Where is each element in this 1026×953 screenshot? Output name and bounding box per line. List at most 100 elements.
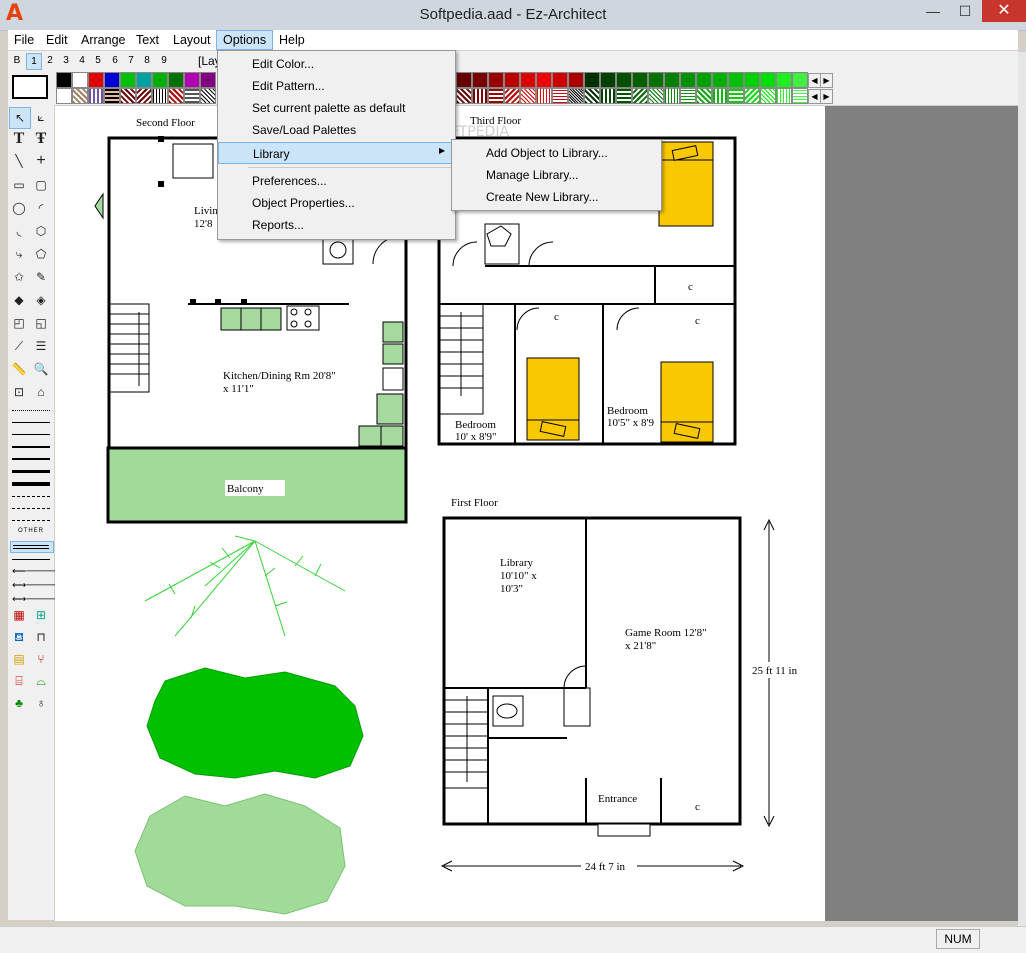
layer-7-button[interactable]: 7	[124, 53, 138, 68]
menu-bar: File Edit Arrange Text Layout Options He…	[8, 30, 1018, 50]
line-tool-icon[interactable]: ╲	[9, 151, 29, 171]
text-tool-icon[interactable]: T	[9, 129, 29, 149]
layer-3-button[interactable]: 3	[59, 53, 73, 68]
minimize-button[interactable]: —	[918, 0, 948, 22]
pattern-swatches-right[interactable]	[456, 88, 808, 104]
bedroom2-label: Bedroom	[607, 405, 648, 417]
curve-tool-icon[interactable]: ◟	[9, 221, 29, 241]
furniture-library-icon[interactable]: ⑂	[31, 649, 51, 669]
star-tool-icon[interactable]: ✩	[9, 267, 29, 287]
color-palette: ◀ ▶ ◀ ▶	[8, 71, 1018, 105]
stairs-diagonal-tool-icon[interactable]: ⟋	[9, 336, 29, 356]
menu-text[interactable]: Text	[130, 30, 165, 50]
ruler-tool-icon[interactable]: 📏	[9, 359, 29, 379]
closet-label-right: c	[695, 315, 700, 327]
room-tool-icon[interactable]: ◰	[9, 313, 29, 333]
library-dims-1: 10'10" x	[500, 570, 537, 582]
office-library-icon[interactable]: ⌸	[9, 671, 29, 691]
num-lock-indicator: NUM	[936, 929, 980, 949]
double-wall-tool-icon[interactable]: ◈	[31, 290, 51, 310]
title-bar: A Softpedia.aad - Ez-Architect — ☐ ✕	[0, 0, 1026, 31]
arc-tool-icon[interactable]: ◜	[31, 198, 51, 218]
library-item[interactable]: Library	[218, 142, 455, 164]
layer-4-button[interactable]: 4	[75, 53, 89, 68]
status-bar	[0, 926, 1026, 953]
color-swatches-left[interactable]	[56, 72, 218, 88]
kitchen-dims: x 11'1"	[223, 383, 254, 395]
close-button[interactable]: ✕	[982, 0, 1026, 22]
freehand-tool-icon[interactable]: ⤷	[9, 244, 29, 264]
layer-1-button[interactable]: 1	[26, 53, 42, 70]
maximize-button[interactable]: ☐	[950, 0, 980, 22]
plant-shrub-dark	[146, 667, 364, 779]
polygon-tool-icon[interactable]: ⬡	[31, 221, 51, 241]
pattern-swatches-left[interactable]	[56, 88, 218, 104]
balcony-label: Balcony	[227, 483, 264, 495]
line-style-selector[interactable]: OTHER	[10, 408, 52, 538]
layer-2-button[interactable]: 2	[43, 53, 57, 68]
color-swatches-right[interactable]	[456, 72, 808, 88]
layer-9-button[interactable]: 9	[157, 53, 171, 68]
submenu-arrow-icon: ▶	[439, 146, 446, 155]
misc-library-icon[interactable]: ♁	[31, 693, 51, 713]
object-properties-item[interactable]: Object Properties...	[218, 192, 455, 214]
window-library-icon[interactable]: ⊞	[31, 605, 51, 625]
b-button[interactable]: B	[10, 53, 24, 68]
room-outline-tool-icon[interactable]: ◱	[31, 313, 51, 333]
rectangle-tool-icon[interactable]: ▭	[9, 175, 29, 195]
rotate-pointer-icon[interactable]: ⟀	[31, 107, 51, 127]
options-menu: Edit Color... Edit Pattern... Set curren…	[217, 50, 456, 240]
vertical-scrollbar[interactable]	[1018, 52, 1026, 927]
double-line-style[interactable]	[10, 541, 54, 553]
zoom-tool-icon[interactable]: 🔍	[31, 359, 51, 379]
canvas-margin-area	[825, 106, 1018, 921]
palette-scroll-right-icon[interactable]: ▶	[820, 73, 833, 88]
menu-file[interactable]: File	[8, 30, 40, 50]
menu-separator-2	[248, 167, 451, 168]
bedroom-library-icon[interactable]: ▤	[9, 649, 29, 669]
kitchen-library-icon[interactable]: ⛾	[9, 627, 29, 647]
living-library-icon[interactable]: ⌓	[31, 671, 51, 691]
menu-layout[interactable]: Layout	[167, 30, 217, 50]
text-box-tool-icon[interactable]: Ŧ	[31, 129, 51, 149]
menu-options[interactable]: Options	[216, 30, 274, 50]
current-color-swatch[interactable]	[12, 75, 48, 99]
save-load-palettes-item[interactable]: Save/Load Palettes	[218, 119, 455, 141]
edit-pattern-item[interactable]: Edit Pattern...	[218, 75, 455, 97]
first-floor-closet-label: c	[695, 801, 700, 813]
pen-tool-icon[interactable]: ✎	[31, 267, 51, 287]
house-tool-icon[interactable]: ⌂	[31, 382, 51, 402]
layer-5-button[interactable]: 5	[91, 53, 105, 68]
wall-tool-icon[interactable]: ◆	[9, 290, 29, 310]
layer-8-button[interactable]: 8	[140, 53, 154, 68]
regular-polygon-tool-icon[interactable]: ⬠	[31, 244, 51, 264]
pattern-scroll-right-icon[interactable]: ▶	[820, 89, 833, 104]
library-submenu: Add Object to Library... Manage Library.…	[451, 139, 662, 211]
add-object-to-library-item[interactable]: Add Object to Library...	[452, 142, 661, 164]
edit-color-item[interactable]: Edit Color...	[218, 53, 455, 75]
layer-6-button[interactable]: 6	[108, 53, 122, 68]
bath-library-icon[interactable]: ⊓	[31, 627, 51, 647]
door-library-icon[interactable]: ▦	[9, 605, 29, 625]
first-floor-plan: First Floor Library 10'10" x 10'3" Game …	[440, 497, 798, 874]
create-new-library-item[interactable]: Create New Library...	[452, 186, 661, 208]
menu-edit[interactable]: Edit	[40, 30, 74, 50]
crosshair-line-tool-icon[interactable]: +	[31, 151, 51, 171]
ellipse-tool-icon[interactable]: ◯	[9, 198, 29, 218]
pointer-icon[interactable]: ↖	[9, 107, 31, 129]
landscape-library-icon[interactable]: ♣	[9, 693, 29, 713]
preferences-item[interactable]: Preferences...	[218, 170, 455, 192]
first-floor-title: First Floor	[451, 497, 498, 509]
stairs-tool-icon[interactable]: ☰	[31, 336, 51, 356]
game-room-label: Game Room 12'8"	[625, 627, 707, 639]
window-title: Softpedia.aad - Ez-Architect	[419, 6, 607, 23]
resize-tool-icon[interactable]: ⊡	[9, 382, 29, 402]
menu-help[interactable]: Help	[273, 30, 311, 50]
menu-arrange[interactable]: Arrange	[75, 30, 131, 50]
plant-fern	[144, 535, 346, 637]
rounded-rectangle-tool-icon[interactable]: ▢	[31, 175, 51, 195]
reports-item[interactable]: Reports...	[218, 214, 455, 236]
set-default-palette-item[interactable]: Set current palette as default	[218, 97, 455, 119]
manage-library-item[interactable]: Manage Library...	[452, 164, 661, 186]
plant-shrub-light	[134, 793, 346, 915]
